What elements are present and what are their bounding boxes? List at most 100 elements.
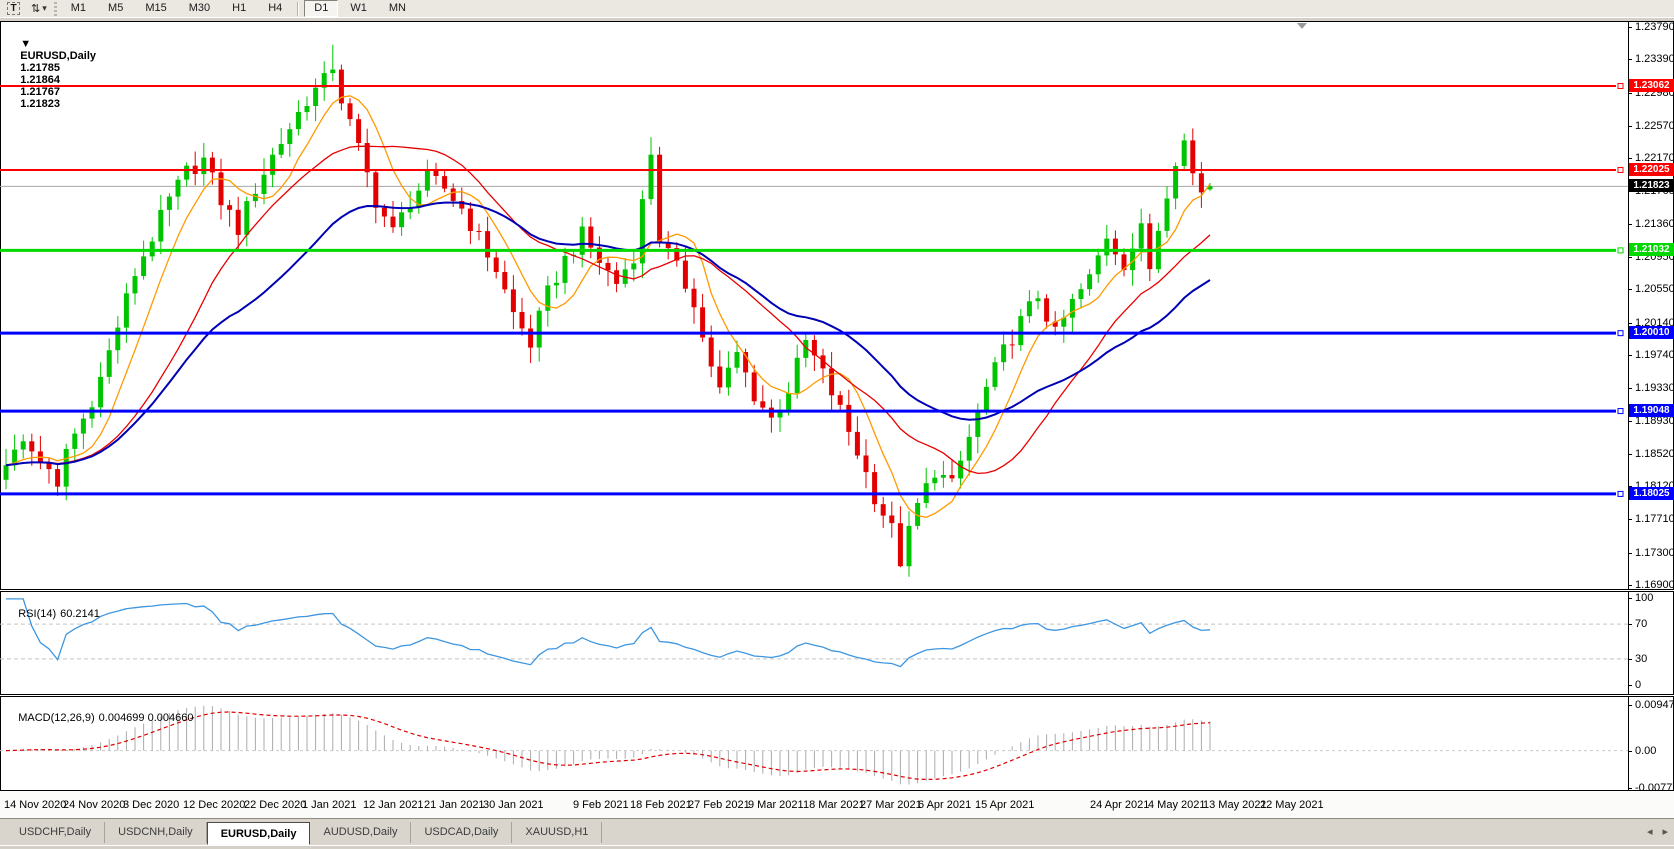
text-tool-icon: T — [7, 2, 20, 15]
time-axis-label: 22 May 2021 — [1260, 799, 1324, 811]
axis-tick-label: 0.009478 — [1635, 699, 1674, 711]
axis-tick-label: 1.18520 — [1635, 448, 1674, 460]
time-axis-label: 27 Feb 2021 — [688, 799, 750, 811]
axis-tick-label: 1.16900 — [1635, 579, 1674, 591]
axis-tick-label: 1.19330 — [1635, 382, 1674, 394]
timeframe-button-mn[interactable]: MN — [379, 0, 416, 17]
axis-tick-label: 1.19740 — [1635, 349, 1674, 361]
axis-tick — [1628, 553, 1632, 554]
macd-values: 0.004699 0.004660 — [99, 712, 194, 724]
hline-price-badge: 1.21032 — [1629, 243, 1674, 256]
timeframe-button-m15[interactable]: M15 — [135, 0, 176, 17]
price-axis[interactable]: 1.237901.233901.229801.225701.221701.217… — [1628, 22, 1674, 790]
pane-splitter-macd[interactable] — [0, 694, 1674, 697]
time-axis-label: 18 Mar 2021 — [803, 799, 865, 811]
timeframe-button-m30[interactable]: M30 — [179, 0, 220, 17]
axis-tick — [1628, 705, 1632, 706]
dropdown-caret-icon: ▾ — [42, 3, 47, 14]
trading-terminal-window: T ⇅ ▾ M1M5M15M30H1H4 D1W1MN ▼ EURUSD,Dail… — [0, 0, 1674, 849]
axis-tick — [1628, 519, 1632, 520]
axis-tick — [1628, 685, 1632, 686]
text-tool-button[interactable]: T — [3, 1, 24, 17]
timeframe-button-m5[interactable]: M5 — [98, 0, 133, 17]
status-bar — [0, 845, 1674, 849]
time-axis[interactable]: 14 Nov 202024 Nov 20203 Dec 2020 12 Dec 2… — [0, 791, 1674, 818]
quote-open: 1.21785 — [20, 62, 60, 74]
chart-tab-eurusd-daily[interactable]: EURUSD,Daily — [207, 822, 311, 845]
hline-price-badge: 1.23062 — [1629, 79, 1674, 92]
toolbar-separator — [297, 2, 299, 16]
tab-scroll-right-button[interactable]: ▸ — [1662, 825, 1668, 838]
quote-high: 1.21864 — [20, 74, 60, 86]
chart-bottom-border — [0, 790, 1674, 791]
cursor-tool-button[interactable]: ⇅ ▾ — [27, 1, 51, 17]
time-axis-label: 24 Nov 2020 — [63, 799, 125, 811]
axis-tick — [1628, 421, 1632, 422]
axis-tick — [1628, 323, 1632, 324]
axis-tick-label: 0 — [1635, 679, 1641, 691]
macd-indicator-canvas[interactable] — [0, 697, 1674, 790]
axis-tick-label: 1.17300 — [1635, 547, 1674, 559]
chart-tab-usdchf-daily[interactable]: USDCHF,Daily — [6, 822, 105, 843]
axis-tick — [1628, 585, 1632, 586]
rsi-indicator-canvas[interactable] — [0, 592, 1674, 694]
timeframe-button-m1[interactable]: M1 — [61, 0, 96, 17]
current-price-badge: 1.21823 — [1629, 179, 1674, 192]
axis-tick — [1628, 388, 1632, 389]
axis-tick — [1628, 659, 1632, 660]
chart-title-arrow-icon: ▼ — [20, 38, 31, 50]
axis-tick-label: 1.22570 — [1635, 120, 1674, 132]
tab-scroll-left-button[interactable]: ◂ — [1647, 825, 1653, 838]
hline-price-badge: 1.19048 — [1629, 404, 1674, 417]
time-axis-label: 4 May 2021 — [1148, 799, 1205, 811]
chart-shift-marker-icon[interactable] — [1297, 23, 1307, 29]
axis-tick — [1628, 224, 1632, 225]
time-axis-label: 9 Mar 2021 — [748, 799, 804, 811]
hline-price-badge: 1.18025 — [1629, 487, 1674, 500]
candlestick-chart-canvas[interactable] — [0, 22, 1674, 589]
chart-tab-usdcad-daily[interactable]: USDCAD,Daily — [411, 822, 512, 843]
time-axis-label: 15 Apr 2021 — [975, 799, 1034, 811]
time-axis-label: 18 Feb 2021 — [630, 799, 692, 811]
axis-tick — [1628, 454, 1632, 455]
timeframe-button-h4[interactable]: H4 — [258, 0, 292, 17]
axis-tick-label: 1.17710 — [1635, 513, 1674, 525]
hline-price-badge: 1.20010 — [1629, 326, 1674, 339]
timeframe-button-h1[interactable]: H1 — [222, 0, 256, 17]
axis-tick — [1628, 289, 1632, 290]
axis-tick — [1628, 624, 1632, 625]
rsi-label: RSI(14)60.2141 — [6, 596, 104, 632]
chart-tab-bar: USDCHF,DailyUSDCNH,DailyEURUSD,DailyAUDU… — [0, 818, 1674, 845]
axis-tick-label: 100 — [1635, 592, 1653, 604]
chart-tab-usdcnh-daily[interactable]: USDCNH,Daily — [105, 822, 207, 843]
axis-tick-label: 1.23790 — [1635, 21, 1674, 33]
chart-tab-xauusd-h1[interactable]: XAUUSD,H1 — [512, 822, 602, 843]
pane-splitter-rsi[interactable] — [0, 589, 1674, 592]
timeframe-button-w1[interactable]: W1 — [340, 0, 377, 17]
top-toolbar: T ⇅ ▾ M1M5M15M30H1H4 D1W1MN — [0, 0, 1674, 18]
macd-label: MACD(12,26,9)0.004699 0.004660 — [6, 700, 197, 736]
axis-tick-label: 1.21360 — [1635, 218, 1674, 230]
axis-tick-label: 1.23390 — [1635, 53, 1674, 65]
axis-tick — [1628, 257, 1632, 258]
axis-tick — [1628, 27, 1632, 28]
chart-tab-audusd-daily[interactable]: AUDUSD,Daily — [310, 822, 411, 843]
time-axis-label: 13 May 2021 — [1203, 799, 1267, 811]
axis-tick — [1628, 355, 1632, 356]
time-axis-label: 3 Dec 2020 — [123, 799, 179, 811]
axis-tick — [1628, 598, 1632, 599]
timeframe-button-d1[interactable]: D1 — [304, 0, 338, 17]
toolbar-grip — [54, 2, 57, 16]
rsi-value: 60.2141 — [60, 608, 100, 620]
time-axis-label: 9 Feb 2021 — [573, 799, 629, 811]
axis-tick — [1628, 788, 1632, 789]
time-axis-label: 14 Nov 2020 — [4, 799, 66, 811]
quote-low: 1.21767 — [20, 86, 60, 98]
axis-tick — [1628, 93, 1632, 94]
time-axis-label: 12 Dec 2020 — [183, 799, 245, 811]
time-axis-label: 1 Jan 2021 — [302, 799, 356, 811]
cursor-tool-icon: ⇅ — [31, 2, 40, 15]
chart-title-symbol: EURUSD,Daily — [20, 50, 96, 62]
time-axis-label: 30 Jan 2021 — [483, 799, 544, 811]
axis-tick — [1628, 751, 1632, 752]
